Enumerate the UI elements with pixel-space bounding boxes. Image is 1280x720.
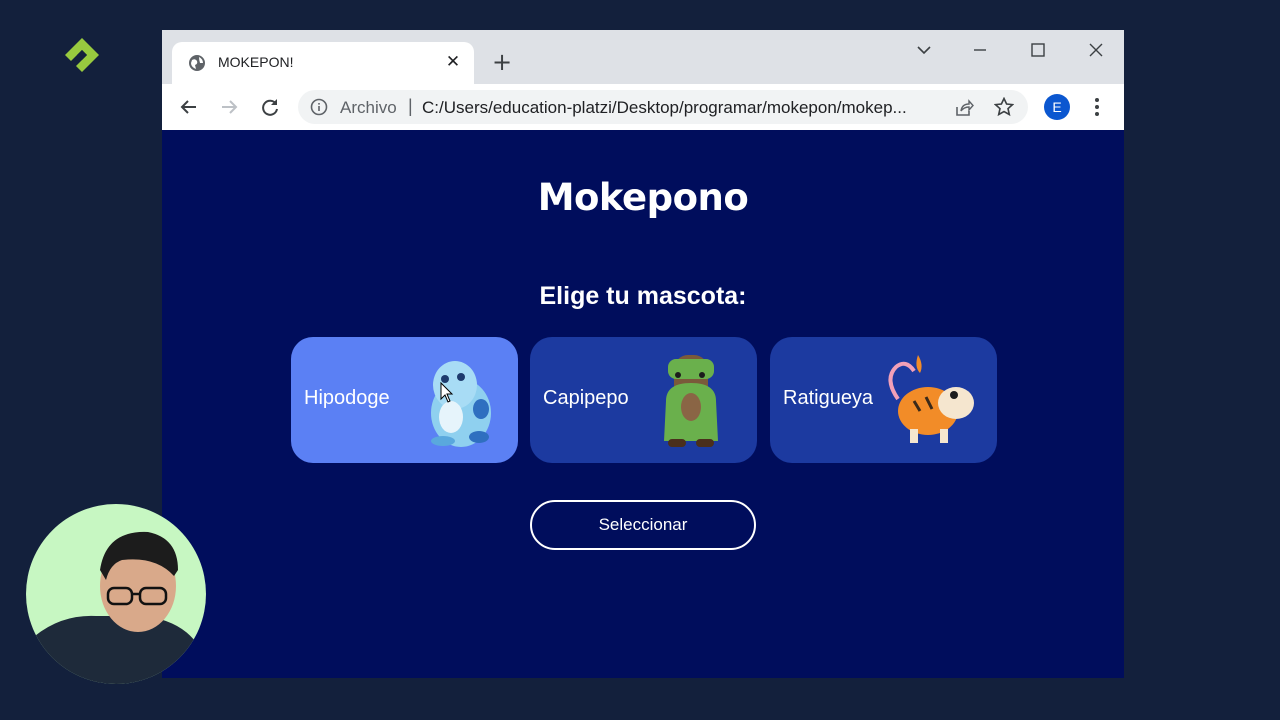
close-window-icon[interactable] — [1086, 40, 1106, 60]
pet-card-hipodoge[interactable]: Hipodoge — [291, 337, 518, 463]
browser-toolbar: Archivo | C:/Users/education-platzi/Desk… — [162, 84, 1124, 130]
pet-name: Ratigueya — [783, 387, 874, 409]
tab-search-chevron-icon[interactable] — [914, 40, 934, 60]
pet-card-capipepo[interactable]: Capipepo — [530, 337, 757, 463]
info-icon[interactable] — [310, 98, 328, 116]
share-icon[interactable] — [954, 98, 974, 118]
game-title: Mokepono — [537, 176, 749, 219]
address-bar[interactable]: Archivo | C:/Users/education-platzi/Desk… — [298, 90, 1028, 124]
globe-icon — [189, 55, 205, 71]
web-page: Mokepono Elige tu mascota: Hipodoge Capi… — [162, 130, 1124, 678]
url-scheme-label: Archivo — [340, 98, 397, 117]
browser-window: MOKEPON! ✕ + Archivo | C:/Users/educatio… — [162, 30, 1124, 678]
presenter-image — [26, 531, 206, 684]
ratigueya-image — [888, 355, 974, 443]
pet-card-ratigueya[interactable]: Ratigueya — [770, 337, 997, 463]
pet-selection-subtitle: Elige tu mascota: — [539, 282, 747, 310]
mouse-cursor-icon — [440, 382, 454, 403]
pet-name: Capipepo — [543, 387, 629, 409]
pet-name: Hipodoge — [304, 387, 390, 409]
close-tab-icon[interactable]: ✕ — [444, 53, 462, 71]
capipepo-image — [664, 355, 718, 447]
url-separator: | — [408, 96, 413, 116]
new-tab-icon[interactable]: + — [490, 50, 514, 74]
presenter-webcam — [26, 504, 206, 684]
platzi-logo-icon — [65, 38, 99, 72]
forward-arrow-icon[interactable] — [218, 96, 240, 118]
url-text[interactable]: C:/Users/education-platzi/Desktop/progra… — [422, 98, 942, 118]
maximize-icon[interactable] — [1028, 40, 1048, 60]
profile-avatar[interactable]: E — [1044, 94, 1070, 120]
browser-tab[interactable]: MOKEPON! ✕ — [172, 42, 474, 84]
hipodoge-image — [431, 361, 491, 447]
reload-icon[interactable] — [259, 96, 281, 118]
minimize-icon[interactable] — [970, 40, 990, 60]
bookmark-star-icon[interactable] — [994, 97, 1014, 117]
back-arrow-icon[interactable] — [178, 96, 200, 118]
tab-title: MOKEPON! — [218, 54, 294, 70]
tab-bar: MOKEPON! ✕ + — [162, 30, 1124, 84]
select-pet-button[interactable]: Seleccionar — [530, 500, 756, 550]
more-menu-icon[interactable] — [1088, 96, 1106, 118]
